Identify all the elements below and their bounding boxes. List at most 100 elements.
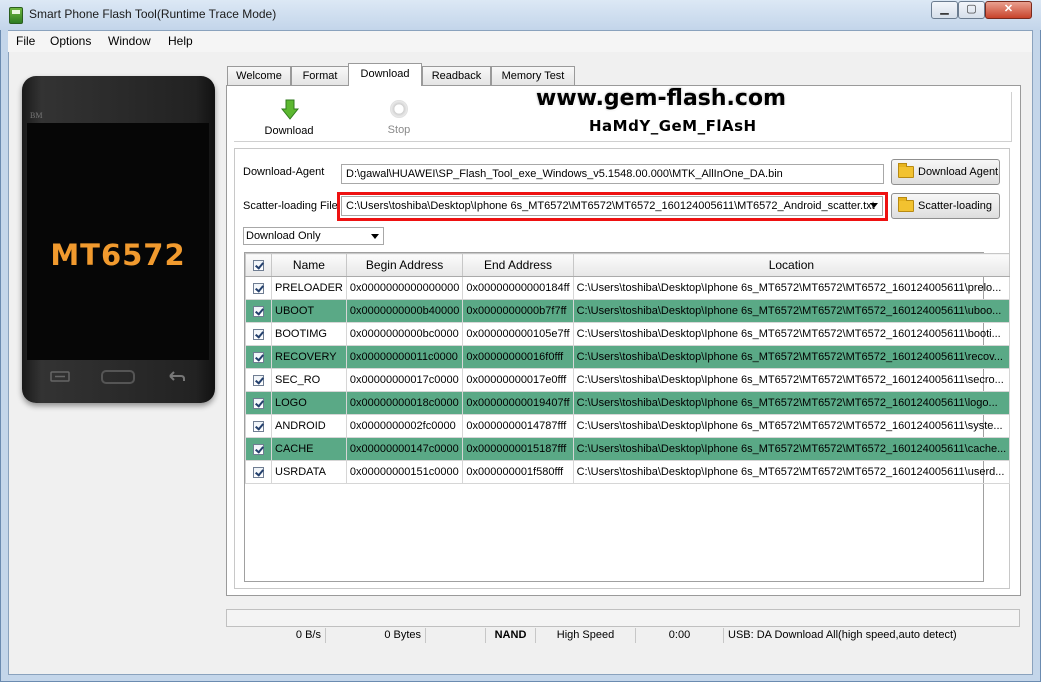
minimize-button[interactable]: ▁ (931, 1, 958, 19)
row-checkbox[interactable] (253, 397, 264, 409)
row-checkbox-cell[interactable] (245, 414, 272, 438)
status-usb-mode: USB: DA Download All(high speed,auto det… (728, 629, 957, 641)
stop-icon[interactable] (390, 100, 408, 118)
row-checkbox-cell[interactable] (245, 322, 272, 346)
watermark-name: HaMdY_GeM_FlAsH (589, 117, 757, 135)
begin-address-cell: 0x00000000018c0000 (345, 391, 464, 415)
partition-name-cell: BOOTIMG (271, 322, 347, 346)
row-checkbox-cell[interactable] (245, 299, 272, 323)
partition-name-cell: SEC_RO (271, 368, 347, 392)
table-row[interactable]: SEC_RO 0x00000000017c0000 0x00000000017e0f… (245, 368, 1011, 392)
download-button-label: Download (264, 125, 314, 137)
begin-address-cell: 0x0000000000b40000 (345, 299, 464, 323)
row-checkbox-cell[interactable] (245, 437, 272, 461)
table-row[interactable]: CACHE 0x00000000147c0000 0x0000000015187ff… (245, 437, 1011, 461)
location-cell: C:\Users\toshiba\Desktop\Iphone 6s_MT657… (572, 276, 1011, 300)
row-checkbox[interactable] (253, 351, 264, 363)
end-address-cell: 0x000000000105e7ff (462, 322, 574, 346)
partition-name-cell: UBOOT (271, 299, 347, 323)
row-checkbox-cell[interactable] (245, 345, 272, 369)
location-cell: C:\Users\toshiba\Desktop\Iphone 6s_MT657… (572, 299, 1011, 323)
menu-help[interactable]: Help (168, 34, 193, 48)
table-row[interactable]: BOOTIMG 0x0000000000bc0000 0x000000000105e… (245, 322, 1011, 346)
column-header-name[interactable]: Name (271, 253, 347, 277)
download-agent-button[interactable]: Download Agent (891, 159, 1000, 185)
column-header-begin-address[interactable]: Begin Address (345, 253, 464, 277)
table-row[interactable]: ANDROID 0x0000000002fc0000 0x0000000014787… (245, 414, 1011, 438)
end-address-cell: 0x00000000019407ff (462, 391, 574, 415)
tab-readback[interactable]: Readback (422, 66, 491, 85)
menu-window[interactable]: Window (108, 34, 151, 48)
tab-welcome[interactable]: Welcome (227, 66, 291, 85)
row-checkbox[interactable] (253, 282, 264, 294)
row-checkbox[interactable] (253, 328, 264, 340)
close-button[interactable]: ✕ (985, 1, 1032, 19)
begin-address-cell: 0x00000000011c0000 (345, 345, 464, 369)
status-bytes: 0 Bytes (326, 628, 426, 643)
window-title: Smart Phone Flash Tool(Runtime Trace Mod… (29, 7, 277, 21)
download-mode-value: Download Only (246, 230, 321, 242)
scatter-loading-button-label: Scatter-loading (918, 200, 992, 212)
column-header-end-address[interactable]: End Address (462, 253, 574, 277)
download-arrow-icon (280, 99, 300, 124)
partition-name-cell: RECOVERY (271, 345, 347, 369)
end-address-cell: 0x0000000000b7f7ff (462, 299, 574, 323)
tab-download[interactable]: Download (348, 63, 422, 86)
scatter-file-label: Scatter-loading File (243, 200, 338, 212)
select-all-header[interactable] (245, 253, 272, 277)
status-storage: NAND (486, 628, 536, 643)
location-cell: C:\Users\toshiba\Desktop\Iphone 6s_MT657… (572, 322, 1011, 346)
phone-home-key-icon (101, 370, 135, 384)
scatter-loading-button[interactable]: Scatter-loading (891, 193, 1000, 219)
table-row[interactable]: USRDATA 0x00000000151c0000 0x000000001f580… (245, 460, 1011, 484)
watermark-url: www.gem-flash.com (536, 86, 786, 111)
row-checkbox[interactable] (253, 374, 264, 386)
begin-address-cell: 0x0000000000bc0000 (345, 322, 464, 346)
status-time: 0:00 (636, 628, 724, 643)
select-all-checkbox[interactable] (253, 260, 264, 272)
column-header-location[interactable]: Location (572, 253, 1011, 277)
status-blank (426, 628, 486, 643)
end-address-cell: 0x0000000014787fff (462, 414, 574, 438)
end-address-cell: 0x00000000000184ff (462, 276, 574, 300)
row-checkbox-cell[interactable] (245, 391, 272, 415)
menu-options[interactable]: Options (50, 34, 91, 48)
end-address-cell: 0x00000000016f0fff (462, 345, 574, 369)
partition-name-cell: USRDATA (271, 460, 347, 484)
partition-name-cell: CACHE (271, 437, 347, 461)
tab-memory-test[interactable]: Memory Test (491, 66, 575, 85)
maximize-button[interactable]: ▢ (958, 1, 985, 19)
table-row[interactable]: UBOOT 0x0000000000b40000 0x0000000000b7f7f… (245, 299, 1011, 323)
row-checkbox-cell[interactable] (245, 460, 272, 484)
begin-address-cell: 0x00000000017c0000 (345, 368, 464, 392)
chevron-down-icon[interactable] (371, 234, 379, 239)
highlight-box (337, 192, 888, 221)
table-row[interactable]: PRELOADER 0x0000000000000000 0x00000000000… (245, 276, 1011, 300)
partition-name-cell: PRELOADER (271, 276, 347, 300)
phone-brand: BM (30, 111, 43, 120)
tab-format[interactable]: Format (291, 66, 349, 85)
begin-address-cell: 0x0000000002fc0000 (345, 414, 464, 438)
download-agent-button-label: Download Agent (918, 166, 999, 178)
download-mode-select[interactable]: Download Only (243, 227, 384, 245)
location-cell: C:\Users\toshiba\Desktop\Iphone 6s_MT657… (572, 345, 1011, 369)
table-row[interactable]: RECOVERY 0x00000000011c0000 0x00000000016f… (245, 345, 1011, 369)
row-checkbox-cell[interactable] (245, 368, 272, 392)
end-address-cell: 0x00000000017e0fff (462, 368, 574, 392)
begin-address-cell: 0x00000000151c0000 (345, 460, 464, 484)
begin-address-cell: 0x00000000147c0000 (345, 437, 464, 461)
row-checkbox[interactable] (253, 305, 264, 317)
row-checkbox[interactable] (253, 466, 264, 478)
stop-button-label: Stop (387, 124, 411, 136)
row-checkbox-cell[interactable] (245, 276, 272, 300)
partition-name-cell: LOGO (271, 391, 347, 415)
menu-file[interactable]: File (16, 34, 35, 48)
phone-model-label: MT6572 (50, 238, 186, 272)
download-agent-field[interactable]: D:\gawal\HUAWEI\SP_Flash_Tool_exe_Window… (341, 164, 884, 184)
partition-table: Name Begin Address End Address Location … (245, 253, 1011, 484)
table-row[interactable]: LOGO 0x00000000018c0000 0x00000000019407ff… (245, 391, 1011, 415)
row-checkbox[interactable] (253, 420, 264, 432)
folder-icon (898, 197, 914, 212)
menu-bar (8, 31, 1032, 52)
row-checkbox[interactable] (253, 443, 264, 455)
